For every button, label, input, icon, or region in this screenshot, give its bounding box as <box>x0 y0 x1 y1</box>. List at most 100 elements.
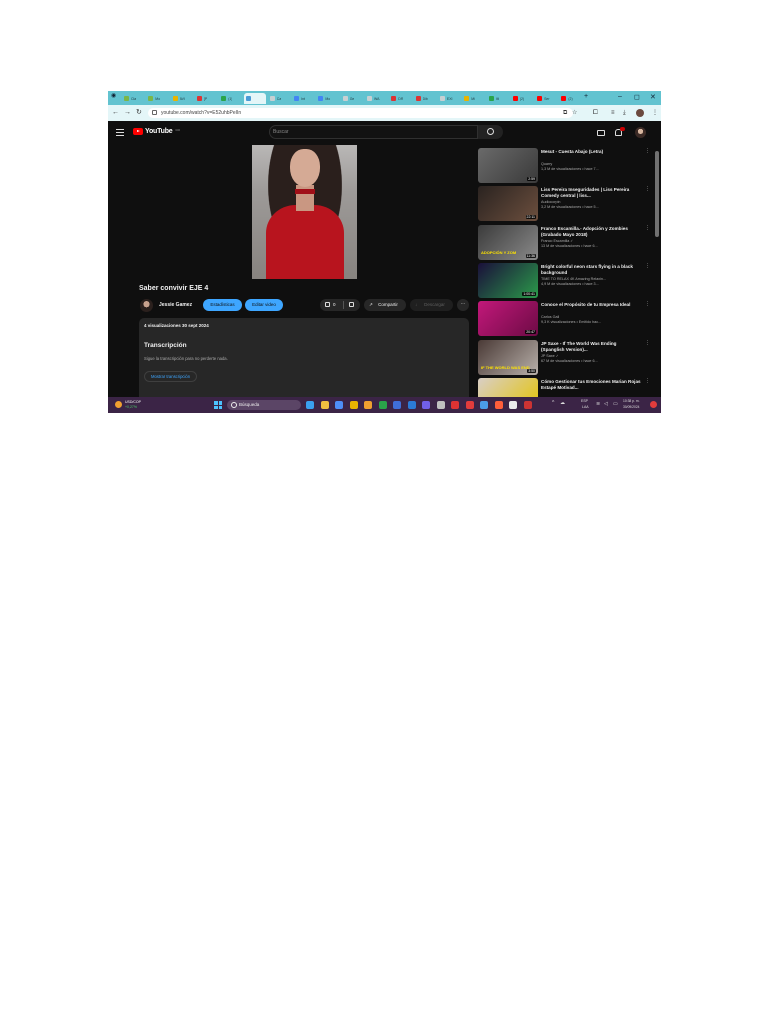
search-button[interactable] <box>478 125 503 139</box>
taskbar-app-icon[interactable] <box>306 401 314 409</box>
hamburger-menu-icon[interactable] <box>116 129 124 136</box>
video-thumbnail[interactable]: ADOPCIÓN Y ZOM 11:36 <box>478 224 538 260</box>
reading-list-icon[interactable]: ≡ <box>611 108 615 118</box>
browser-tab[interactable]: [P <box>195 93 217 104</box>
battery-icon[interactable]: ▭ <box>613 401 618 407</box>
channel-avatar[interactable] <box>140 299 153 312</box>
video-thumbnail[interactable]: 22:11 <box>478 186 538 222</box>
maximize-button[interactable]: ◻ <box>634 93 640 101</box>
stock-widget-icon[interactable] <box>115 401 122 408</box>
video-options-icon[interactable]: ⋮ <box>645 378 650 384</box>
taskbar-app-icon[interactable] <box>407 401 416 409</box>
browser-tab[interactable]: Cla <box>122 93 144 104</box>
video-options-icon[interactable]: ⋮ <box>645 149 650 154</box>
browser-tab[interactable]: Ge <box>341 93 363 104</box>
extensions-icon[interactable]: ⧠ <box>593 108 598 118</box>
volume-icon[interactable]: ◁ <box>604 401 608 407</box>
close-window-button[interactable]: ✕ <box>650 93 656 101</box>
channel-name[interactable]: Jessie Gamez <box>159 302 192 308</box>
page-scrollbar[interactable] <box>655 151 659 237</box>
like-icon[interactable] <box>325 302 330 307</box>
recommended-video[interactable]: 22:11 Liss Pereira Inseguridades | Liss P… <box>478 186 653 223</box>
video-options-icon[interactable]: ⋮ <box>645 187 650 192</box>
site-info-icon[interactable] <box>152 110 157 115</box>
taskbar-app-icon[interactable] <box>494 401 503 409</box>
account-avatar[interactable] <box>635 127 646 138</box>
reload-icon[interactable]: ↻ <box>136 108 142 118</box>
back-icon[interactable]: ← <box>112 108 119 118</box>
recommended-video[interactable]: 20:47 Conoce el Propósito de tu Empresa I… <box>478 301 653 338</box>
clock-time[interactable]: 10:38 p. m. <box>623 399 640 403</box>
taskbar-app-icon[interactable] <box>364 401 372 409</box>
tray-chevron-icon[interactable]: ^ <box>552 400 554 406</box>
install-app-icon[interactable]: ⧉ <box>563 108 567 118</box>
forward-icon[interactable]: → <box>124 108 131 118</box>
video-player[interactable] <box>252 145 357 279</box>
video-options-icon[interactable]: ⋮ <box>645 225 650 231</box>
new-tab-button[interactable]: + <box>584 93 588 100</box>
dislike-icon[interactable] <box>349 302 354 307</box>
recommended-video[interactable]: 2:59 Mesut - Cuesta Abajo (Letra) Quarry 1,… <box>478 148 653 185</box>
tray-cloud-icon[interactable]: ☁ <box>560 400 565 406</box>
browser-tab[interactable]: (2) <box>511 93 533 104</box>
browser-tab[interactable]: Ser <box>535 93 557 104</box>
youtube-logo[interactable]: YouTube CO <box>133 128 180 135</box>
taskbar-app-icon[interactable] <box>523 401 532 409</box>
browser-tab[interactable]: Mi <box>462 93 484 104</box>
download-button[interactable]: ↓ Descargar <box>410 299 453 311</box>
browser-tab[interactable]: Mo <box>146 93 168 104</box>
taskbar-app-icon[interactable] <box>480 401 488 409</box>
download-icon[interactable]: ⤓ <box>623 108 626 118</box>
start-button[interactable] <box>214 401 222 409</box>
taskbar-app-icon[interactable] <box>349 401 358 409</box>
video-options-icon[interactable]: ⋮ <box>645 340 650 346</box>
notification-center-icon[interactable] <box>650 401 657 408</box>
video-thumbnail[interactable]: IF THE WORLD WAS END 3:50 <box>478 339 538 375</box>
video-options-icon[interactable]: ⋮ <box>645 263 650 269</box>
taskbar-app-icon[interactable] <box>509 401 517 409</box>
browser-tab[interactable]: Int <box>292 93 314 104</box>
browser-tab[interactable] <box>243 93 266 104</box>
browser-tab[interactable]: (1) <box>219 93 241 104</box>
browser-tab[interactable]: EXI <box>438 93 460 104</box>
minimize-button[interactable]: – <box>618 93 622 100</box>
taskbar-search[interactable]: Búsqueda <box>227 400 301 410</box>
taskbar-app-icon[interactable] <box>465 401 474 409</box>
edit-video-button[interactable]: Editar video <box>245 299 283 311</box>
recommended-video[interactable]: 1:00:41 Bright colorful neon stars flying… <box>478 262 653 300</box>
browser-tab[interactable]: WA <box>365 93 387 104</box>
browser-tab[interactable]: (2) <box>559 93 581 104</box>
video-thumbnail[interactable]: 1:00:41 <box>478 262 538 298</box>
video-thumbnail[interactable]: 2:59 <box>478 148 538 183</box>
bookmark-star-icon[interactable]: ☆ <box>572 108 577 118</box>
browser-tab[interactable]: AVI <box>171 93 193 104</box>
profile-avatar[interactable] <box>636 109 644 117</box>
video-thumbnail[interactable]: 20:47 <box>478 301 538 337</box>
browser-tab[interactable]: Mi <box>487 93 509 104</box>
language-indicator[interactable]: ESP <box>581 399 588 403</box>
tab-search-icon[interactable]: ◉ <box>111 92 116 99</box>
browser-tab[interactable]: Ca <box>268 93 290 104</box>
browser-menu-icon[interactable]: ⋮ <box>652 108 658 118</box>
taskbar-app-icon[interactable] <box>320 401 329 409</box>
taskbar-app-icon[interactable] <box>422 401 430 409</box>
taskbar-app-icon[interactable] <box>335 401 343 409</box>
create-video-icon[interactable] <box>597 130 605 136</box>
taskbar-app-icon[interactable] <box>451 401 459 409</box>
taskbar-app-icon[interactable] <box>393 401 401 409</box>
show-transcript-button[interactable]: Mostrar transcripción <box>144 371 198 382</box>
more-actions-button[interactable]: ··· <box>457 299 469 311</box>
taskbar-app-icon[interactable] <box>436 401 445 409</box>
share-button[interactable]: ↗ Compartir <box>364 299 406 311</box>
recommended-video[interactable]: IF THE WORLD WAS END 3:50 JP Saxe - If The… <box>478 339 653 377</box>
stats-button[interactable]: Estadísticas <box>203 299 242 311</box>
taskbar-app-icon[interactable] <box>378 401 387 409</box>
video-options-icon[interactable]: ⋮ <box>645 302 650 307</box>
browser-tab[interactable]: Mo <box>316 93 338 104</box>
search-input[interactable]: Buscar <box>269 125 478 139</box>
recommended-video[interactable]: ADOPCIÓN Y ZOM 11:36 Franco Escamilla.- Ad… <box>478 224 653 262</box>
address-bar[interactable]: youtube.com/watch?v=E52uhbPeIIn <box>148 108 573 118</box>
browser-tab[interactable]: Dib <box>414 93 436 104</box>
wifi-icon[interactable]: ≋ <box>596 401 600 407</box>
browser-tab[interactable]: DR <box>389 93 411 104</box>
